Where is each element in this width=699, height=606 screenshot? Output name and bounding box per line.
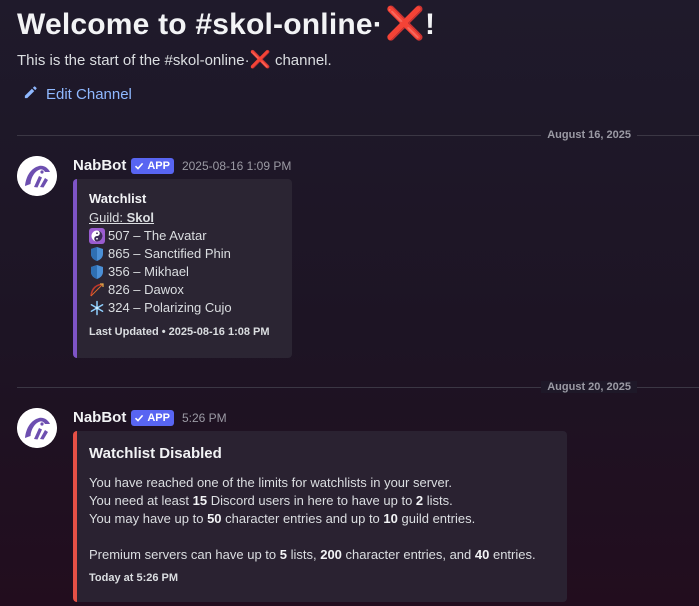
list-item: 507 – The Avatar	[89, 227, 280, 245]
entry-text: 356 – Mikhael	[108, 264, 189, 279]
welcome-subtitle-text: This is the start of the #skol-online·	[17, 52, 250, 69]
shield-icon	[89, 264, 105, 280]
date-divider-label: August 16, 2025	[541, 129, 637, 141]
nabbot-logo-icon	[17, 156, 57, 196]
text-bold: 10	[383, 511, 398, 526]
text-part: You may have up to	[89, 511, 208, 526]
guild-name: Skol	[126, 210, 155, 225]
edit-channel-button[interactable]: Edit Channel	[23, 85, 132, 104]
text-part: lists,	[286, 547, 321, 562]
watchlist-disabled-embed: Watchlist Disabled You have reached one …	[73, 431, 567, 602]
text-bold: 200	[320, 547, 342, 562]
check-icon	[135, 414, 144, 422]
list-item: 826 – Dawox	[89, 281, 280, 299]
nabbot-logo-icon	[17, 408, 57, 448]
embed-line: You may have up to 50 character entries …	[89, 510, 555, 528]
pencil-icon	[23, 85, 38, 104]
message-timestamp[interactable]: 5:26 PM	[182, 411, 227, 425]
welcome-subtitle: This is the start of the #skol-online·❌ …	[17, 50, 332, 70]
x-mark-icon: ❌	[249, 50, 271, 69]
app-badge-label: APP	[147, 159, 170, 172]
text-part: character entries and up to	[221, 511, 384, 526]
snowflake-icon	[89, 300, 105, 316]
welcome-subtitle-suffix: channel.	[270, 52, 332, 69]
entry-text: 507 – The Avatar	[108, 228, 207, 243]
guild-line[interactable]: Guild: Skol	[89, 209, 280, 227]
author-name[interactable]: NabBot	[73, 157, 126, 174]
text-part: Discord users in here to have up to	[207, 493, 416, 508]
text-bold: 5	[279, 547, 287, 562]
watchlist-embed: Watchlist Guild: Skol 507 – The Avatar 8…	[73, 179, 292, 358]
welcome-title-suffix: !	[425, 8, 436, 41]
avatar[interactable]	[17, 408, 57, 448]
text-part: lists.	[423, 493, 453, 508]
list-item: 865 – Sanctified Phin	[89, 245, 280, 263]
text-part: You need at least	[89, 493, 193, 508]
message-header: NabBot APP 5:26 PM	[73, 409, 227, 426]
list-item: 356 – Mikhael	[89, 263, 280, 281]
x-mark-icon: ❌	[384, 5, 426, 41]
message-header: NabBot APP 2025-08-16 1:09 PM	[73, 157, 291, 174]
text-part: Premium servers can have up to	[89, 547, 280, 562]
author-name[interactable]: NabBot	[73, 409, 126, 426]
entry-text: 324 – Polarizing Cujo	[108, 300, 232, 315]
date-divider-label: August 20, 2025	[541, 381, 637, 393]
text-part: entries.	[489, 547, 536, 562]
app-badge: APP	[131, 409, 174, 426]
welcome-title-text: Welcome to #skol-online·	[17, 8, 383, 41]
shield-icon	[89, 246, 105, 262]
edit-channel-label: Edit Channel	[46, 86, 132, 103]
welcome-title: Welcome to #skol-online·❌!	[17, 4, 435, 42]
text-bold: 40	[474, 547, 490, 562]
message-timestamp[interactable]: 2025-08-16 1:09 PM	[182, 159, 291, 173]
text-part: guild entries.	[397, 511, 476, 526]
entry-text: 826 – Dawox	[108, 282, 184, 297]
embed-title: Watchlist	[89, 191, 147, 206]
embed-footer: Today at 5:26 PM	[89, 572, 179, 584]
embed-footer: Last Updated • 2025-08-16 1:08 PM	[89, 326, 270, 338]
guild-label: Guild:	[89, 210, 127, 225]
text-part: character entries, and	[341, 547, 475, 562]
check-icon	[135, 162, 144, 170]
embed-title: Watchlist Disabled	[89, 445, 222, 462]
embed-line: You have reached one of the limits for w…	[89, 475, 452, 490]
avatar[interactable]	[17, 156, 57, 196]
bow-icon	[89, 282, 105, 298]
text-bold: 50	[207, 511, 222, 526]
embed-body: Guild: Skol 507 – The Avatar 865 – Sanct…	[89, 209, 280, 317]
app-badge: APP	[131, 157, 174, 174]
yin-yang-icon	[89, 228, 105, 244]
app-badge-label: APP	[147, 411, 170, 424]
list-item: 324 – Polarizing Cujo	[89, 299, 280, 317]
entry-text: 865 – Sanctified Phin	[108, 246, 231, 261]
text-bold: 15	[192, 493, 208, 508]
embed-line: You need at least 15 Discord users in he…	[89, 492, 555, 510]
embed-line: Premium servers can have up to 5 lists, …	[89, 546, 555, 564]
